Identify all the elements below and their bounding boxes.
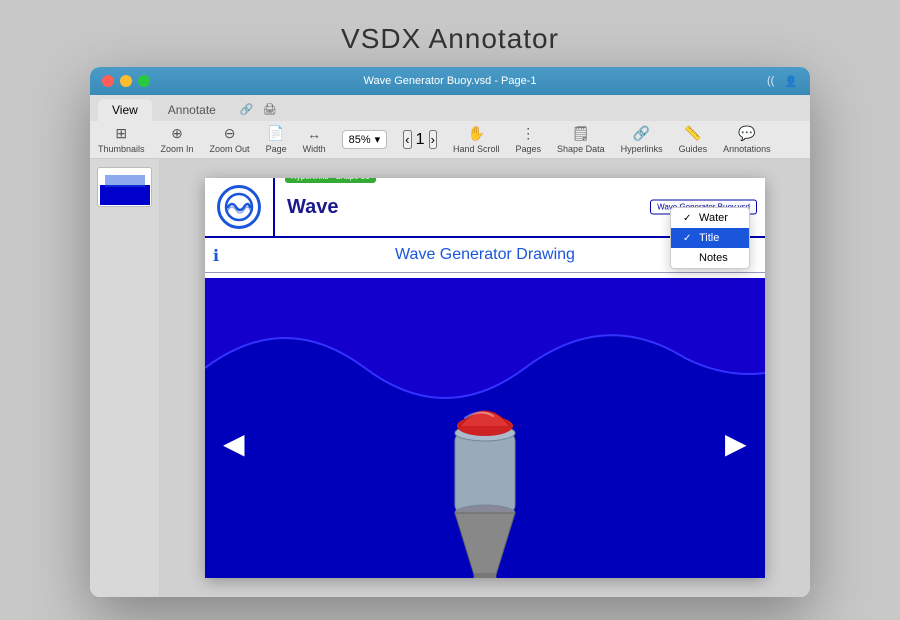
prev-page-button[interactable]: ‹ — [403, 130, 411, 149]
guides-label: Guides — [679, 144, 708, 154]
guides-button[interactable]: 📏 Guides — [679, 125, 708, 154]
hyperlinks-label: Hyperlinks — [621, 144, 663, 154]
page-icon: 📄 — [267, 125, 284, 142]
tab-annotate[interactable]: Annotate — [154, 99, 230, 121]
pages-icon: ⋮ — [521, 125, 535, 142]
title-bar-right: (( 👤 — [767, 75, 798, 88]
account-icon: 👤 — [784, 75, 798, 88]
hand-scroll-button[interactable]: ✋ Hand Scroll — [453, 125, 500, 154]
page-label: Page — [266, 144, 287, 154]
hyperlinks-icon: 🔗 — [633, 125, 650, 142]
shape-data-button[interactable]: 🗒 Shape Data — [557, 125, 605, 154]
shape-data-label: Shape Data — [557, 144, 605, 154]
thumbnails-button[interactable]: ⊞ Thumbnails — [98, 125, 145, 154]
svg-text:▶: ▶ — [725, 428, 747, 459]
main-canvas: ✓ Water ✓ Title Notes — [160, 159, 810, 597]
notes-label: Notes — [699, 252, 728, 264]
title-bar: Wave Generator Buoy.vsd - Page-1 (( 👤 — [90, 67, 810, 95]
guides-icon: 📏 — [684, 125, 701, 142]
check-notes — [683, 253, 693, 264]
thumbnail-1[interactable] — [97, 167, 152, 207]
title-label: Title — [699, 232, 719, 244]
hand-scroll-label: Hand Scroll — [453, 144, 500, 154]
check-title: ✓ — [683, 233, 693, 244]
minimize-button[interactable] — [120, 75, 132, 87]
page-button[interactable]: 📄 Page — [266, 125, 287, 154]
toolbar-items: ⊞ Thumbnails ⊕ Zoom In ⊖ Zoom Out 📄 Page… — [90, 121, 810, 158]
thumbnails-label: Thumbnails — [98, 144, 145, 154]
thumbnails-icon: ⊞ — [115, 125, 127, 142]
zoom-out-button[interactable]: ⊖ Zoom Out — [210, 125, 250, 154]
pages-label: Pages — [516, 144, 542, 154]
dropdown-item-notes[interactable]: Notes — [671, 248, 749, 268]
zoom-in-button[interactable]: ⊕ Zoom In — [161, 125, 194, 154]
pages-button[interactable]: ⋮ Pages — [516, 125, 542, 154]
zoom-control[interactable]: 85% ▾ — [342, 130, 388, 149]
annotations-icon: 💬 — [738, 125, 755, 142]
traffic-lights — [102, 75, 150, 87]
page-container: ✓ Water ✓ Title Notes — [160, 159, 810, 597]
pages-nav: ‹ 1 › — [403, 130, 437, 149]
info-icon: ℹ — [213, 246, 219, 266]
hyperlink-tooltip: Hyperlinks - Shape 33 — [285, 178, 376, 183]
hand-scroll-icon: ✋ — [468, 125, 485, 142]
close-button[interactable] — [102, 75, 114, 87]
wave-svg — [224, 192, 254, 222]
shape-data-icon: 🗒 — [572, 125, 590, 142]
width-button[interactable]: ↔ Width — [303, 126, 326, 154]
outer-wrapper: VSDX Annotator Wave Generator Buoy.vsd -… — [90, 23, 810, 597]
tab-view[interactable]: View — [98, 99, 152, 121]
app-title: VSDX Annotator — [341, 23, 559, 55]
drawing-area: ◀ ▶ — [205, 278, 765, 578]
sidebar — [90, 159, 160, 597]
check-water: ✓ — [683, 213, 693, 224]
page-number: 1 — [416, 131, 425, 149]
annotations-button[interactable]: 💬 Annotations — [723, 125, 771, 154]
dropdown-item-title[interactable]: ✓ Title — [671, 228, 749, 248]
doc-logo — [205, 178, 275, 237]
dropdown-menu: ✓ Water ✓ Title Notes — [670, 207, 750, 269]
content-area: ✓ Water ✓ Title Notes — [90, 159, 810, 597]
width-label: Width — [303, 144, 326, 154]
zoom-out-label: Zoom Out — [210, 144, 250, 154]
hyperlinks-button[interactable]: 🔗 Hyperlinks — [621, 125, 663, 154]
annotations-label: Annotations — [723, 144, 771, 154]
toolbar-tabs: View Annotate 🔗 🖨 — [90, 95, 810, 121]
zoom-in-label: Zoom In — [161, 144, 194, 154]
application-window: Wave Generator Buoy.vsd - Page-1 (( 👤 Vi… — [90, 67, 810, 597]
window-title: Wave Generator Buoy.vsd - Page-1 — [363, 75, 536, 87]
wave-logo-icon — [217, 185, 261, 229]
wave-drawing: ◀ ▶ — [205, 278, 765, 578]
water-label: Water — [699, 212, 728, 224]
toolbar: View Annotate 🔗 🖨 ⊞ Thumbnails ⊕ Zoom In… — [90, 95, 810, 159]
next-page-button[interactable]: › — [429, 130, 437, 149]
zoom-value: 85% — [349, 134, 371, 146]
zoom-dropdown-icon: ▾ — [375, 133, 381, 146]
svg-text:◀: ◀ — [223, 428, 245, 459]
doc-wave-label: Wave — [287, 196, 339, 218]
thumb-svg — [100, 169, 150, 205]
zoom-out-icon: ⊖ — [224, 125, 236, 142]
width-icon: ↔ — [307, 126, 321, 142]
zoom-in-icon: ⊕ — [171, 125, 183, 142]
maximize-button[interactable] — [138, 75, 150, 87]
dropdown-item-water[interactable]: ✓ Water — [671, 208, 749, 228]
toolbar-extra-icons[interactable]: 🔗 🖨 — [232, 99, 285, 121]
wifi-icon: (( — [767, 75, 774, 88]
